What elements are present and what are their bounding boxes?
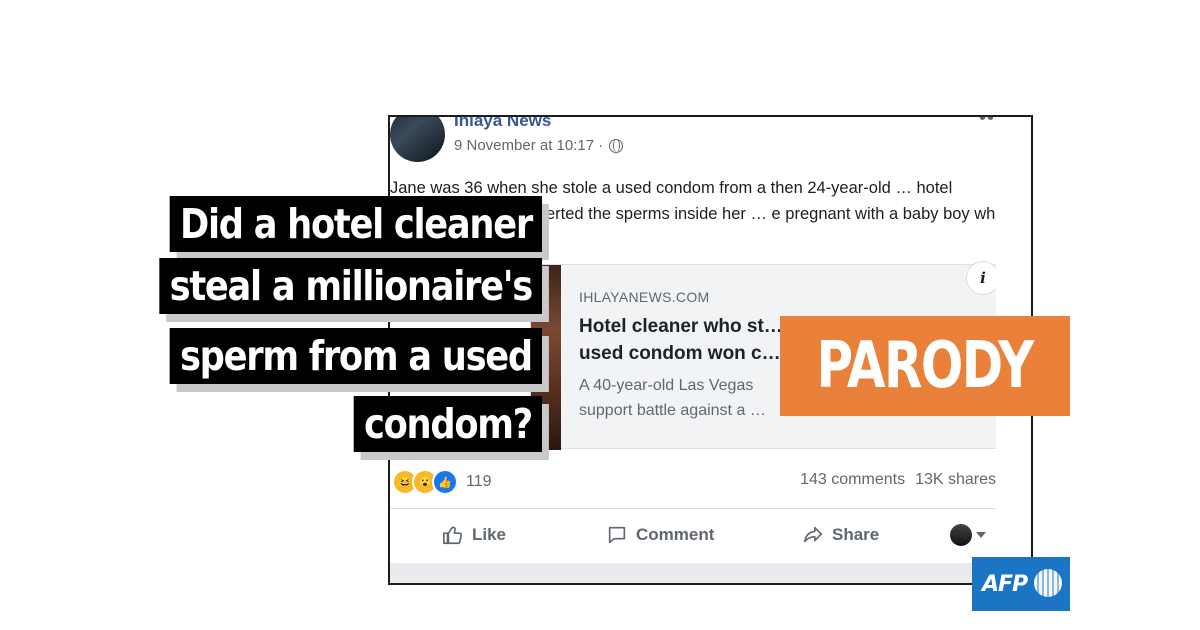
verdict-label: PARODY — [816, 329, 1035, 403]
audience-selector[interactable] — [950, 524, 986, 546]
reaction-count: 119 — [466, 473, 492, 490]
engagement-stats: 143 comments 13K shares — [800, 471, 996, 489]
like-button[interactable]: Like — [442, 524, 506, 546]
share-arrow-icon — [803, 526, 823, 543]
like-label: Like — [472, 525, 507, 544]
page-avatar[interactable] — [390, 117, 445, 162]
fact-check-question: Did a hotel cleaner steal a millionaire'… — [82, 196, 542, 458]
viewer-avatar — [950, 524, 972, 546]
question-line: Did a hotel cleaner — [169, 196, 542, 252]
afp-globe-icon — [1034, 569, 1062, 597]
post-footer-strip — [390, 563, 996, 583]
share-label: Share — [832, 525, 880, 544]
question-line: steal a millionaire's — [159, 258, 542, 314]
post-action-bar: Like Comment Share — [390, 517, 996, 553]
reactions-summary[interactable]: 😆 😮 👍 119 — [392, 469, 492, 495]
like-reaction-icon: 👍 — [432, 469, 458, 495]
thumbs-up-icon — [443, 526, 462, 545]
divider — [390, 508, 996, 509]
shares-count-link[interactable]: 13K shares — [915, 471, 996, 489]
comment-label: Comment — [636, 525, 715, 544]
page-name-link[interactable]: Ihlaya News — [454, 117, 551, 131]
link-domain: IHLAYANEWS.COM — [579, 289, 710, 305]
chevron-down-icon — [976, 532, 986, 538]
verdict-badge: PARODY — [780, 316, 1070, 416]
comments-count-link[interactable]: 143 comments — [800, 471, 905, 489]
globe-icon — [609, 138, 624, 153]
comment-button[interactable]: Comment — [606, 524, 714, 546]
question-line: condom? — [353, 396, 542, 452]
question-line: sperm from a used — [169, 328, 542, 384]
afp-logo: AFP — [972, 557, 1070, 611]
share-button[interactable]: Share — [802, 524, 879, 546]
afp-logo-text: AFP — [982, 571, 1028, 597]
comment-bubble-icon — [608, 526, 626, 544]
info-icon[interactable]: i — [966, 261, 1000, 295]
timestamp-text[interactable]: 9 November at 10:17 · — [454, 137, 603, 154]
post-timestamp: 9 November at 10:17 · — [454, 137, 624, 154]
